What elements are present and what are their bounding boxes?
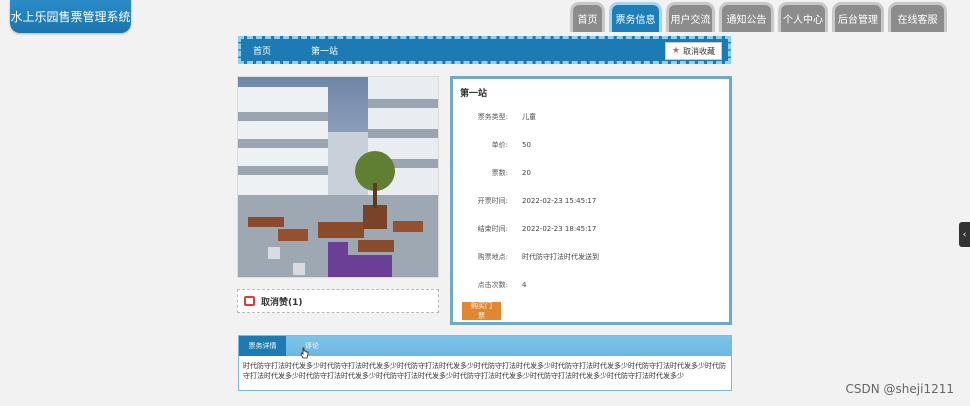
detail-row: 点击次数: 4 bbox=[453, 278, 729, 292]
star-icon: ★ bbox=[671, 46, 680, 56]
detail-row: 票数: 20 bbox=[453, 166, 729, 180]
main-nav: 首页 票务信息 用户交流 通知公告 个人中心 后台管理 在线客服 bbox=[570, 2, 947, 32]
start-time-value: 2022-02-23 15:45:17 bbox=[522, 197, 597, 205]
nav-online-service[interactable]: 在线客服 bbox=[888, 2, 947, 32]
unlike-button[interactable]: 取消赞(1) bbox=[237, 289, 439, 313]
click-count-value: 4 bbox=[522, 281, 527, 289]
end-time-label: 结束时间: bbox=[477, 225, 508, 233]
ticket-details-content: 时代防守打法时代发多少时代防守打法时代发多少时代防守打法时代发多少时代防守打法时… bbox=[243, 362, 726, 380]
site-title: 水上乐园售票管理系统 bbox=[10, 10, 131, 24]
click-count-label: 点击次数: bbox=[477, 281, 508, 289]
unfavorite-label: 取消收藏 bbox=[683, 46, 715, 56]
nav-personal-center[interactable]: 个人中心 bbox=[778, 2, 828, 32]
unlike-label: 取消赞(1) bbox=[261, 297, 303, 308]
detail-row: 单价: 50 bbox=[453, 138, 729, 152]
detail-row: 购票地点: 时代防守打法时代发送到 bbox=[453, 250, 729, 264]
detail-row: 结束时间: 2022-02-23 18:45:17 bbox=[453, 222, 729, 236]
purchase-location-value: 时代防守打法时代发送到 bbox=[522, 253, 599, 261]
unfavorite-button[interactable]: ★ 取消收藏 bbox=[664, 42, 722, 60]
buy-ticket-button[interactable]: 购买门票 bbox=[462, 302, 501, 320]
nav-admin[interactable]: 后台管理 bbox=[832, 2, 884, 32]
product-image bbox=[237, 76, 439, 278]
ticket-count-label: 票数: bbox=[491, 169, 508, 177]
nav-ticket-info[interactable]: 票务信息 bbox=[609, 2, 662, 32]
ticket-count-value: 20 bbox=[522, 169, 531, 177]
site-logo[interactable]: 水上乐园售票管理系统 bbox=[10, 0, 131, 33]
ticket-type-value: 儿童 bbox=[522, 113, 536, 121]
purchase-location-label: 购票地点: bbox=[477, 253, 508, 261]
unit-price-value: 50 bbox=[522, 141, 531, 149]
watermark: CSDN @sheji1211 bbox=[845, 382, 954, 396]
breadcrumb-current: 第一站 bbox=[311, 46, 339, 57]
nav-home[interactable]: 首页 bbox=[570, 2, 605, 32]
ticket-title: 第一站 bbox=[460, 89, 488, 99]
side-collapse-button[interactable]: ‹ bbox=[959, 222, 970, 247]
unit-price-label: 单价: bbox=[491, 141, 508, 149]
breadcrumb-home[interactable]: 首页 bbox=[253, 44, 271, 57]
end-time-value: 2022-02-23 18:45:17 bbox=[522, 225, 597, 233]
chevron-left-icon: ‹ bbox=[962, 229, 967, 240]
hand-cursor-icon bbox=[300, 347, 309, 359]
ticket-detail-card: 第一站 票务类型: 儿童 单价: 50 票数: 20 开票时间: 2022-02… bbox=[450, 76, 732, 325]
detail-row: 开票时间: 2022-02-23 15:45:17 bbox=[453, 194, 729, 208]
courtyard-illustration bbox=[238, 77, 438, 277]
nav-notice[interactable]: 通知公告 bbox=[719, 2, 774, 32]
nav-user-forum[interactable]: 用户交流 bbox=[666, 2, 715, 32]
detail-row: 票务类型: 儿童 bbox=[453, 110, 729, 124]
start-time-label: 开票时间: bbox=[477, 197, 508, 205]
detail-tabs: 票务详情 评论 时代防守打法时代发多少时代防守打法时代发多少时代防守打法时代发多… bbox=[238, 335, 732, 391]
tab-comments[interactable]: 评论 bbox=[286, 336, 338, 356]
ticket-type-label: 票务类型: bbox=[477, 113, 508, 121]
thumbs-up-icon bbox=[244, 296, 255, 306]
breadcrumb: 首页 第一站 ★ 取消收藏 bbox=[238, 36, 731, 64]
tab-bar: 票务详情 评论 bbox=[239, 336, 731, 356]
tab-ticket-details[interactable]: 票务详情 bbox=[239, 336, 286, 356]
